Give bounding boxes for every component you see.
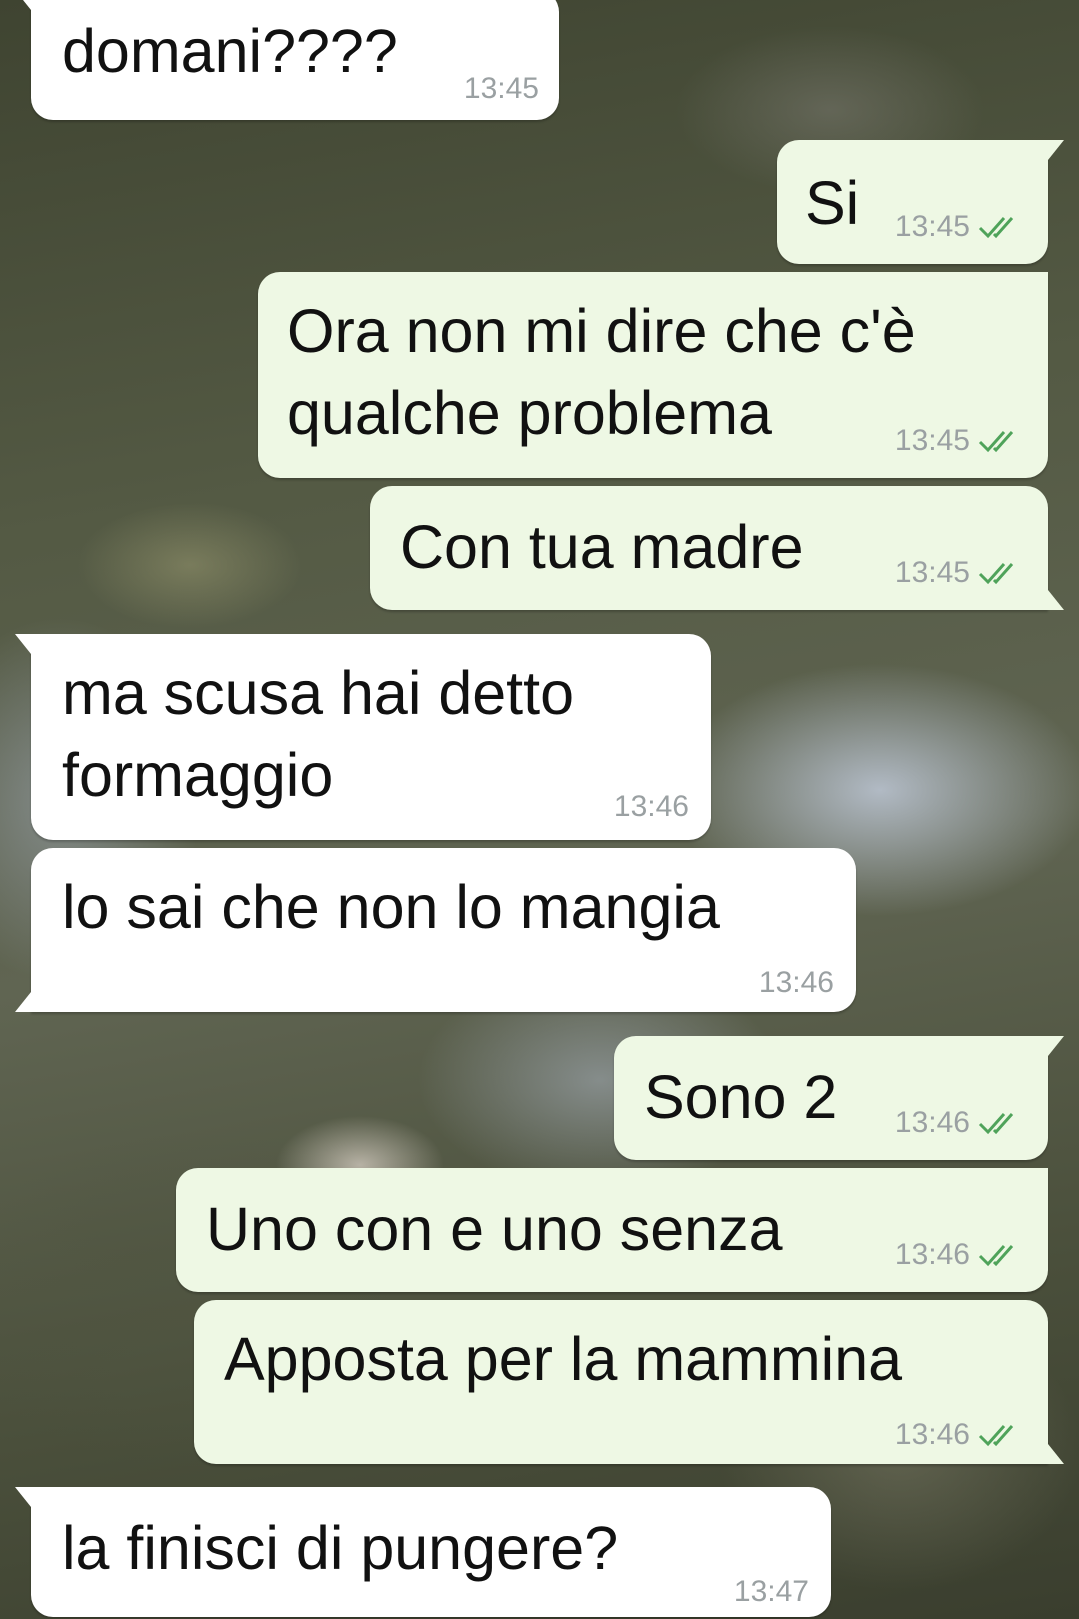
message-time: 13:46 [894,1106,970,1139]
message-meta: 13:46 [895,1420,1026,1450]
message-meta: 13:46 [895,1108,1026,1138]
message-text: Apposta per la mammina [224,1325,903,1393]
message-time: 13:46 [894,1418,970,1451]
message-text: Si [805,169,860,237]
message-time: 13:46 [758,966,834,999]
message-bubble-outgoing[interactable]: Uno con e uno senza 13:46 [176,1168,1048,1292]
message-text: Con tua madre [400,513,804,581]
message-text: lo sai che non lo mangia [62,873,720,941]
message-text: domani???? [62,17,398,85]
message-text: ma scusa hai detto formaggio [62,659,575,809]
message-bubble-outgoing[interactable]: Ora non mi dire che c'è qualche problema… [258,272,1048,478]
double-check-icon [978,428,1026,454]
message-text: Ora non mi dire che c'è qualche problema [287,297,916,447]
double-check-icon [978,1422,1026,1448]
message-text: Uno con e uno senza [206,1195,783,1263]
message-time: 13:45 [894,210,970,243]
message-bubble-incoming[interactable]: ma scusa hai detto formaggio 13:46 [15,634,711,840]
message-meta: 13:46 [759,968,834,998]
double-check-icon [978,1242,1026,1268]
message-meta: 13:47 [734,1577,809,1607]
message-time: 13:45 [463,72,539,105]
message-meta: 13:45 [895,426,1026,456]
message-meta: 13:46 [895,1240,1026,1270]
message-bubble-incoming[interactable]: domani???? 13:45 [15,0,559,120]
message-bubble-incoming[interactable]: la finisci di pungere? 13:47 [15,1487,831,1617]
message-time: 13:47 [733,1575,809,1608]
double-check-icon [978,560,1026,586]
message-meta: 13:45 [895,212,1026,242]
message-time: 13:46 [613,790,689,823]
message-text: Sono 2 [644,1063,838,1131]
message-bubble-outgoing[interactable]: Sono 2 13:46 [614,1036,1064,1160]
message-text: la finisci di pungere? [62,1514,619,1582]
message-time: 13:46 [894,1238,970,1271]
message-bubble-outgoing[interactable]: Apposta per la mammina 13:46 [194,1300,1064,1464]
double-check-icon [978,1110,1026,1136]
message-meta: 13:45 [895,558,1026,588]
message-time: 13:45 [894,424,970,457]
message-bubble-incoming[interactable]: lo sai che non lo mangia 13:46 [15,848,856,1012]
message-meta: 13:46 [614,792,689,822]
message-meta: 13:45 [464,74,539,104]
message-bubble-outgoing[interactable]: Si 13:45 [777,140,1064,264]
double-check-icon [978,214,1026,240]
message-time: 13:45 [894,556,970,589]
message-bubble-outgoing[interactable]: Con tua madre 13:45 [370,486,1064,610]
